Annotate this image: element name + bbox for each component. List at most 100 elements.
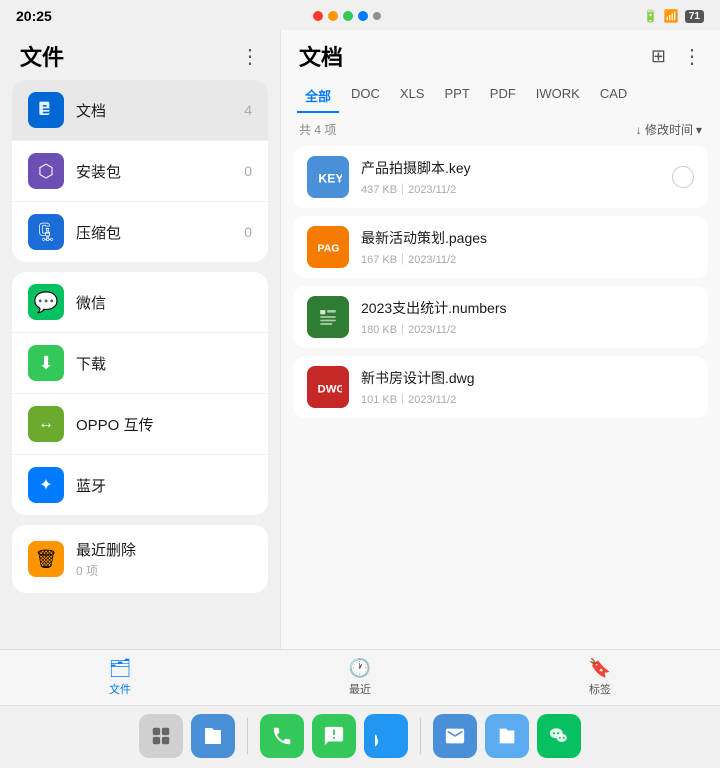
nav-tags-label: 标签 — [589, 681, 611, 697]
tab-pdf[interactable]: PDF — [482, 80, 524, 113]
apk-label: 安装包 — [76, 161, 244, 182]
dwg-file-meta: 101 KB｜2023/11/2 — [361, 391, 694, 407]
docs-count: 4 — [244, 102, 252, 118]
app-section: 💬 微信 ⬇ 下载 ↔ OPPO 互传 ✦ 蓝牙 — [12, 272, 268, 515]
app-item-download[interactable]: ⬇ 下载 — [12, 333, 268, 394]
key-file-info: 产品拍摄脚本.key 437 KB｜2023/11/2 — [361, 158, 664, 197]
dock-wechat-icon[interactable] — [537, 714, 581, 758]
nav-tags[interactable]: 🔖 标签 — [480, 650, 720, 705]
sort-chevron-icon: ▾ — [696, 123, 702, 137]
dot-blue — [358, 11, 368, 21]
svg-text:KEY: KEY — [318, 171, 342, 185]
right-header: 文档 ⊞ ⋮ — [281, 30, 720, 80]
oppo-app-icon: ↔ — [28, 406, 64, 442]
dock-phone-icon[interactable] — [260, 714, 304, 758]
left-panel-title: 文件 — [20, 40, 64, 72]
tabs-row: 全部 DOC XLS PPT PDF IWORK CAD — [281, 80, 720, 113]
tab-all[interactable]: 全部 — [297, 80, 339, 113]
nav-files[interactable]: 🗂 文件 — [0, 650, 240, 705]
numbers-file-name: 2023支出统计.numbers — [361, 298, 694, 318]
dot-gray — [373, 12, 381, 20]
tab-iwork[interactable]: IWORK — [528, 80, 588, 113]
doc-item-numbers[interactable]: 2023支出统计.numbers 180 KB｜2023/11/2 — [293, 286, 708, 348]
signal-icon: 71 — [685, 10, 704, 23]
pages-file-name: 最新活动策划.pages — [361, 228, 694, 248]
nav-files-icon: 🗂 — [109, 658, 132, 679]
trash-section[interactable]: 🗑 最近删除 0 项 — [12, 525, 268, 593]
left-panel: 文件 ⋮ 文档 4 ⬡ — [0, 30, 280, 649]
numbers-file-meta: 180 KB｜2023/11/2 — [361, 321, 694, 337]
grid-view-button[interactable]: ⊞ — [651, 46, 666, 67]
svg-text:PAG: PAG — [318, 242, 340, 254]
dot-red — [313, 11, 323, 21]
dock-sms-icon[interactable] — [312, 714, 356, 758]
left-header: 文件 ⋮ — [0, 30, 280, 80]
left-menu-button[interactable]: ⋮ — [240, 44, 260, 69]
download-app-icon: ⬇ — [28, 345, 64, 381]
status-bar: 20:25 🔋 📶 71 — [0, 0, 720, 30]
tab-cad[interactable]: CAD — [592, 80, 635, 113]
app-item-bluetooth[interactable]: ✦ 蓝牙 — [12, 455, 268, 515]
right-menu-button[interactable]: ⋮ — [682, 44, 702, 69]
key-file-select[interactable] — [672, 166, 694, 188]
dock-grid-icon[interactable] — [139, 714, 183, 758]
app-item-wechat[interactable]: 💬 微信 — [12, 272, 268, 333]
tab-doc[interactable]: DOC — [343, 80, 388, 113]
app-dock — [0, 705, 720, 768]
key-file-icon: KEY — [307, 156, 349, 198]
dock-group-2 — [260, 714, 408, 758]
dock-mail-icon[interactable] — [433, 714, 477, 758]
bluetooth-label: 蓝牙 — [76, 475, 106, 496]
dock-fm-icon[interactable] — [485, 714, 529, 758]
right-panel: 文档 ⊞ ⋮ 全部 DOC XLS PPT PDF IWORK CAD 共 4 … — [280, 30, 720, 649]
doc-item-key[interactable]: KEY 产品拍摄脚本.key 437 KB｜2023/11/2 — [293, 146, 708, 208]
app-item-oppo[interactable]: ↔ OPPO 互传 — [12, 394, 268, 455]
key-file-name: 产品拍摄脚本.key — [361, 158, 664, 178]
pages-file-info: 最新活动策划.pages 167 KB｜2023/11/2 — [361, 228, 694, 267]
svg-text:DWG: DWG — [318, 383, 343, 395]
dwg-file-info: 新书房设计图.dwg 101 KB｜2023/11/2 — [361, 368, 694, 407]
tab-xls[interactable]: XLS — [392, 80, 433, 113]
dock-files-icon[interactable] — [191, 714, 235, 758]
nav-recent[interactable]: 🕐 最近 — [240, 650, 480, 705]
trash-icon: 🗑 — [28, 541, 64, 577]
dock-chat-icon[interactable] — [364, 714, 408, 758]
file-category-apk[interactable]: ⬡ 安装包 0 — [12, 141, 268, 202]
nav-recent-icon: 🕐 — [349, 658, 371, 679]
file-categories-section: 文档 4 ⬡ 安装包 0 🗜 压缩包 0 — [12, 80, 268, 262]
wechat-label: 微信 — [76, 292, 106, 313]
tab-ppt[interactable]: PPT — [436, 80, 477, 113]
main-area: 文件 ⋮ 文档 4 ⬡ — [0, 30, 720, 649]
zip-icon: 🗜 — [28, 214, 64, 250]
wechat-app-icon: 💬 — [28, 284, 64, 320]
numbers-file-icon — [307, 296, 349, 338]
file-category-zip[interactable]: 🗜 压缩包 0 — [12, 202, 268, 262]
download-label: 下载 — [76, 353, 106, 374]
bt-app-icon: ✦ — [28, 467, 64, 503]
nav-recent-label: 最近 — [349, 681, 371, 697]
trash-sub: 0 项 — [76, 562, 136, 579]
dwg-file-name: 新书房设计图.dwg — [361, 368, 694, 388]
doc-item-pages[interactable]: PAG 最新活动策划.pages 167 KB｜2023/11/2 — [293, 216, 708, 278]
dot-green — [343, 11, 353, 21]
nav-tags-icon: 🔖 — [589, 658, 611, 679]
doc-item-dwg[interactable]: DWG 新书房设计图.dwg 101 KB｜2023/11/2 — [293, 356, 708, 418]
trash-info: 最近删除 0 项 — [76, 539, 136, 579]
file-category-docs[interactable]: 文档 4 — [12, 80, 268, 141]
dock-sep-2 — [420, 718, 421, 754]
sort-button[interactable]: ↓ 修改时间 ▾ — [636, 121, 702, 138]
dock-sep-1 — [247, 718, 248, 754]
apk-count: 0 — [244, 163, 252, 179]
oppo-label: OPPO 互传 — [76, 414, 154, 435]
trash-title: 最近删除 — [76, 539, 136, 560]
status-time: 20:25 — [16, 8, 52, 24]
dwg-file-icon: DWG — [307, 366, 349, 408]
nav-files-label: 文件 — [109, 681, 131, 697]
status-icons: 🔋 📶 71 — [643, 9, 704, 23]
right-header-actions: ⊞ ⋮ — [651, 44, 702, 69]
battery-icon: 🔋 — [643, 9, 658, 23]
doc-list: KEY 产品拍摄脚本.key 437 KB｜2023/11/2 PAG — [281, 142, 720, 649]
numbers-file-info: 2023支出统计.numbers 180 KB｜2023/11/2 — [361, 298, 694, 337]
bottom-nav: 🗂 文件 🕐 最近 🔖 标签 — [0, 649, 720, 705]
key-file-meta: 437 KB｜2023/11/2 — [361, 181, 664, 197]
